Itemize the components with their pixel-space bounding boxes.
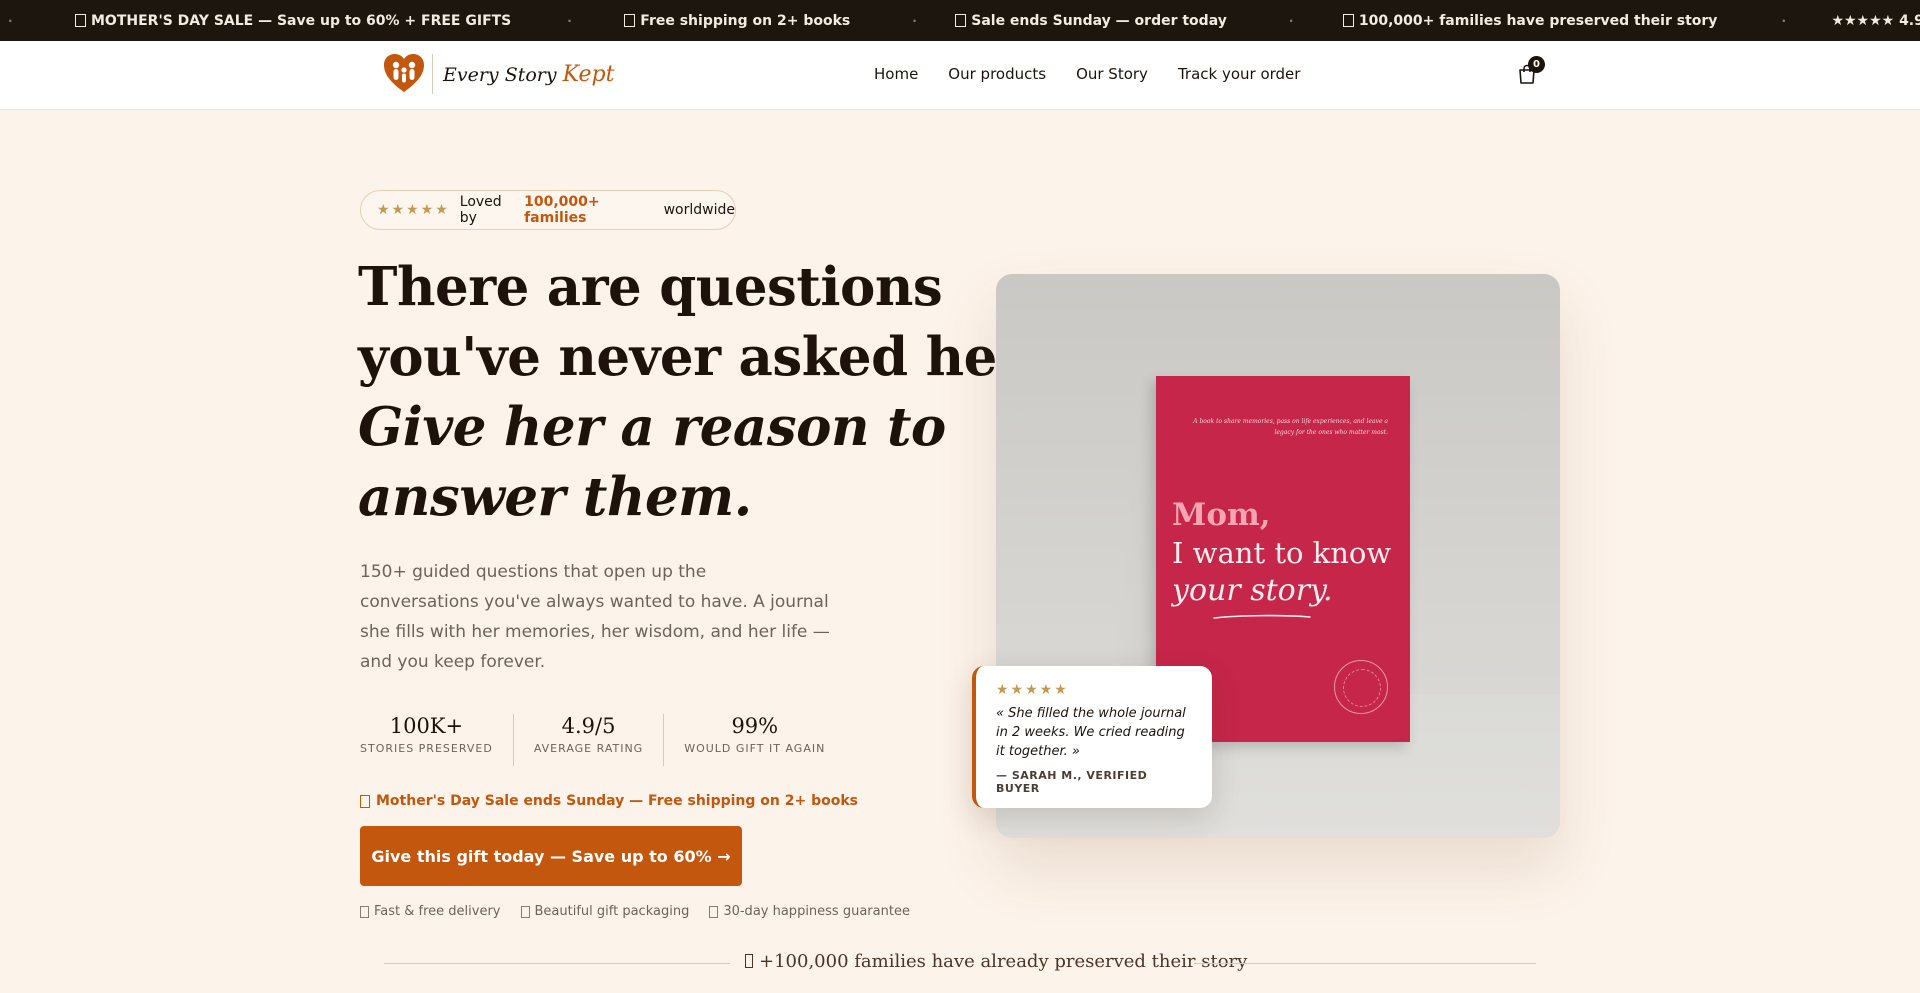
hero-description: 150+ guided questions that open up the c… [360, 562, 830, 672]
missing-glyph-icon [360, 794, 370, 808]
rating-stars: ★★★★★ [377, 202, 450, 218]
perk-item: Fast & free delivery [360, 904, 501, 919]
review-card: ★★★★★ « She filled the whole journal in … [972, 666, 1212, 808]
cart-count-badge: 0 [1528, 56, 1545, 73]
nav-our-products[interactable]: Our products [948, 65, 1046, 83]
headline-italic-line: Give her a reason to [358, 396, 946, 458]
stat-label: AVERAGE RATING [533, 742, 644, 755]
announcement-item: Sale ends Sunday — order today [955, 13, 1227, 29]
headline-line: you've never asked her. [358, 326, 1038, 388]
announcement-separator: · [8, 13, 13, 28]
hero-headline: There are questions you've never asked h… [358, 252, 1038, 532]
site-header: Every Story Kept Home Our products Our S… [0, 41, 1920, 110]
stat-value: 4.9/5 [561, 714, 616, 738]
review-author: — SARAH M., VERIFIED BUYER [996, 769, 1148, 795]
stat-rating: 4.9/5 AVERAGE RATING [512, 714, 663, 766]
headline-line: There are questions [358, 256, 943, 318]
announcement-item: 100,000+ families have preserved their s… [1342, 13, 1717, 29]
perk-item: 30-day happiness guarantee [709, 904, 910, 919]
missing-glyph-icon [624, 14, 636, 27]
announcement-item: MOTHER'S DAY SALE — Save up to 60% + FRE… [75, 13, 511, 29]
book-tagline: A book to share memories, pass on life e… [1193, 418, 1388, 436]
announcement-bar: · MOTHER'S DAY SALE — Save up to 60% + F… [0, 0, 1920, 41]
book-title: Mom, I want to know your story. [1172, 497, 1392, 608]
announcement-track: · MOTHER'S DAY SALE — Save up to 60% + F… [0, 0, 1920, 41]
give-gift-button[interactable]: Give this gift today — Save up to 60% → [360, 826, 742, 886]
logo-wordmark: Every Story Kept [443, 61, 615, 87]
trust-badge-suffix: worldwide [663, 202, 735, 218]
stat-label: WOULD GIFT IT AGAIN [684, 742, 826, 755]
stat-value: 99% [731, 714, 779, 738]
announcement-item: Free shipping on 2+ books [624, 13, 850, 29]
missing-glyph-icon [360, 905, 369, 918]
main-nav: Home Our products Our Story Track your o… [874, 65, 1330, 83]
stat-label: STORIES PRESERVED [360, 742, 493, 755]
logo-divider [432, 54, 433, 94]
perk-item: Beautiful gift packaging [520, 904, 689, 919]
headline-italic-line: answer them. [358, 466, 752, 528]
announcement-item: ★★★★★ 4.9/5 · 567 verified rev [1831, 12, 1920, 29]
divider-right [1194, 963, 1536, 964]
missing-glyph-icon [1342, 14, 1354, 27]
announcement-separator: · [912, 13, 917, 28]
nav-our-story[interactable]: Our Story [1076, 65, 1148, 83]
nav-home[interactable]: Home [874, 65, 918, 83]
trust-badge-prefix: Loved by [459, 194, 502, 226]
review-quote: « She filled the whole journal in 2 week… [996, 706, 1186, 759]
perks-list: Fast & free delivery Beautiful gift pack… [360, 904, 930, 919]
review-stars: ★★★★★ [996, 682, 1069, 698]
announcement-separator: · [1288, 13, 1294, 28]
missing-glyph-icon [955, 14, 967, 27]
announcement-separator: · [567, 13, 572, 28]
divider-left [384, 963, 730, 964]
heart-family-icon [384, 54, 424, 92]
missing-glyph-icon [520, 905, 530, 918]
nav-track-order[interactable]: Track your order [1178, 65, 1301, 83]
stats-row: 100K+ STORIES PRESERVED 4.9/5 AVERAGE RA… [360, 714, 845, 766]
stat-gift-again: 99% WOULD GIFT IT AGAIN [663, 714, 845, 766]
logo-link[interactable]: Every Story Kept [382, 51, 614, 97]
trust-badge: ★★★★★ Loved by 100,000+ families worldwi… [360, 190, 736, 230]
stat-value: 100K+ [389, 714, 464, 738]
seal-icon [1334, 660, 1388, 714]
underline-swash [1213, 614, 1311, 619]
sale-notice: Mother's Day Sale ends Sunday — Free shi… [360, 793, 858, 809]
stat-stories: 100K+ STORIES PRESERVED [360, 714, 513, 766]
missing-glyph-icon [745, 954, 753, 968]
social-proof-text: +100,000 families have already preserved… [745, 951, 1247, 972]
announcement-separator: · [1781, 13, 1786, 28]
missing-glyph-icon [709, 905, 719, 918]
missing-glyph-icon [75, 14, 86, 27]
trust-badge-highlight: 100,000+ families [524, 194, 600, 226]
